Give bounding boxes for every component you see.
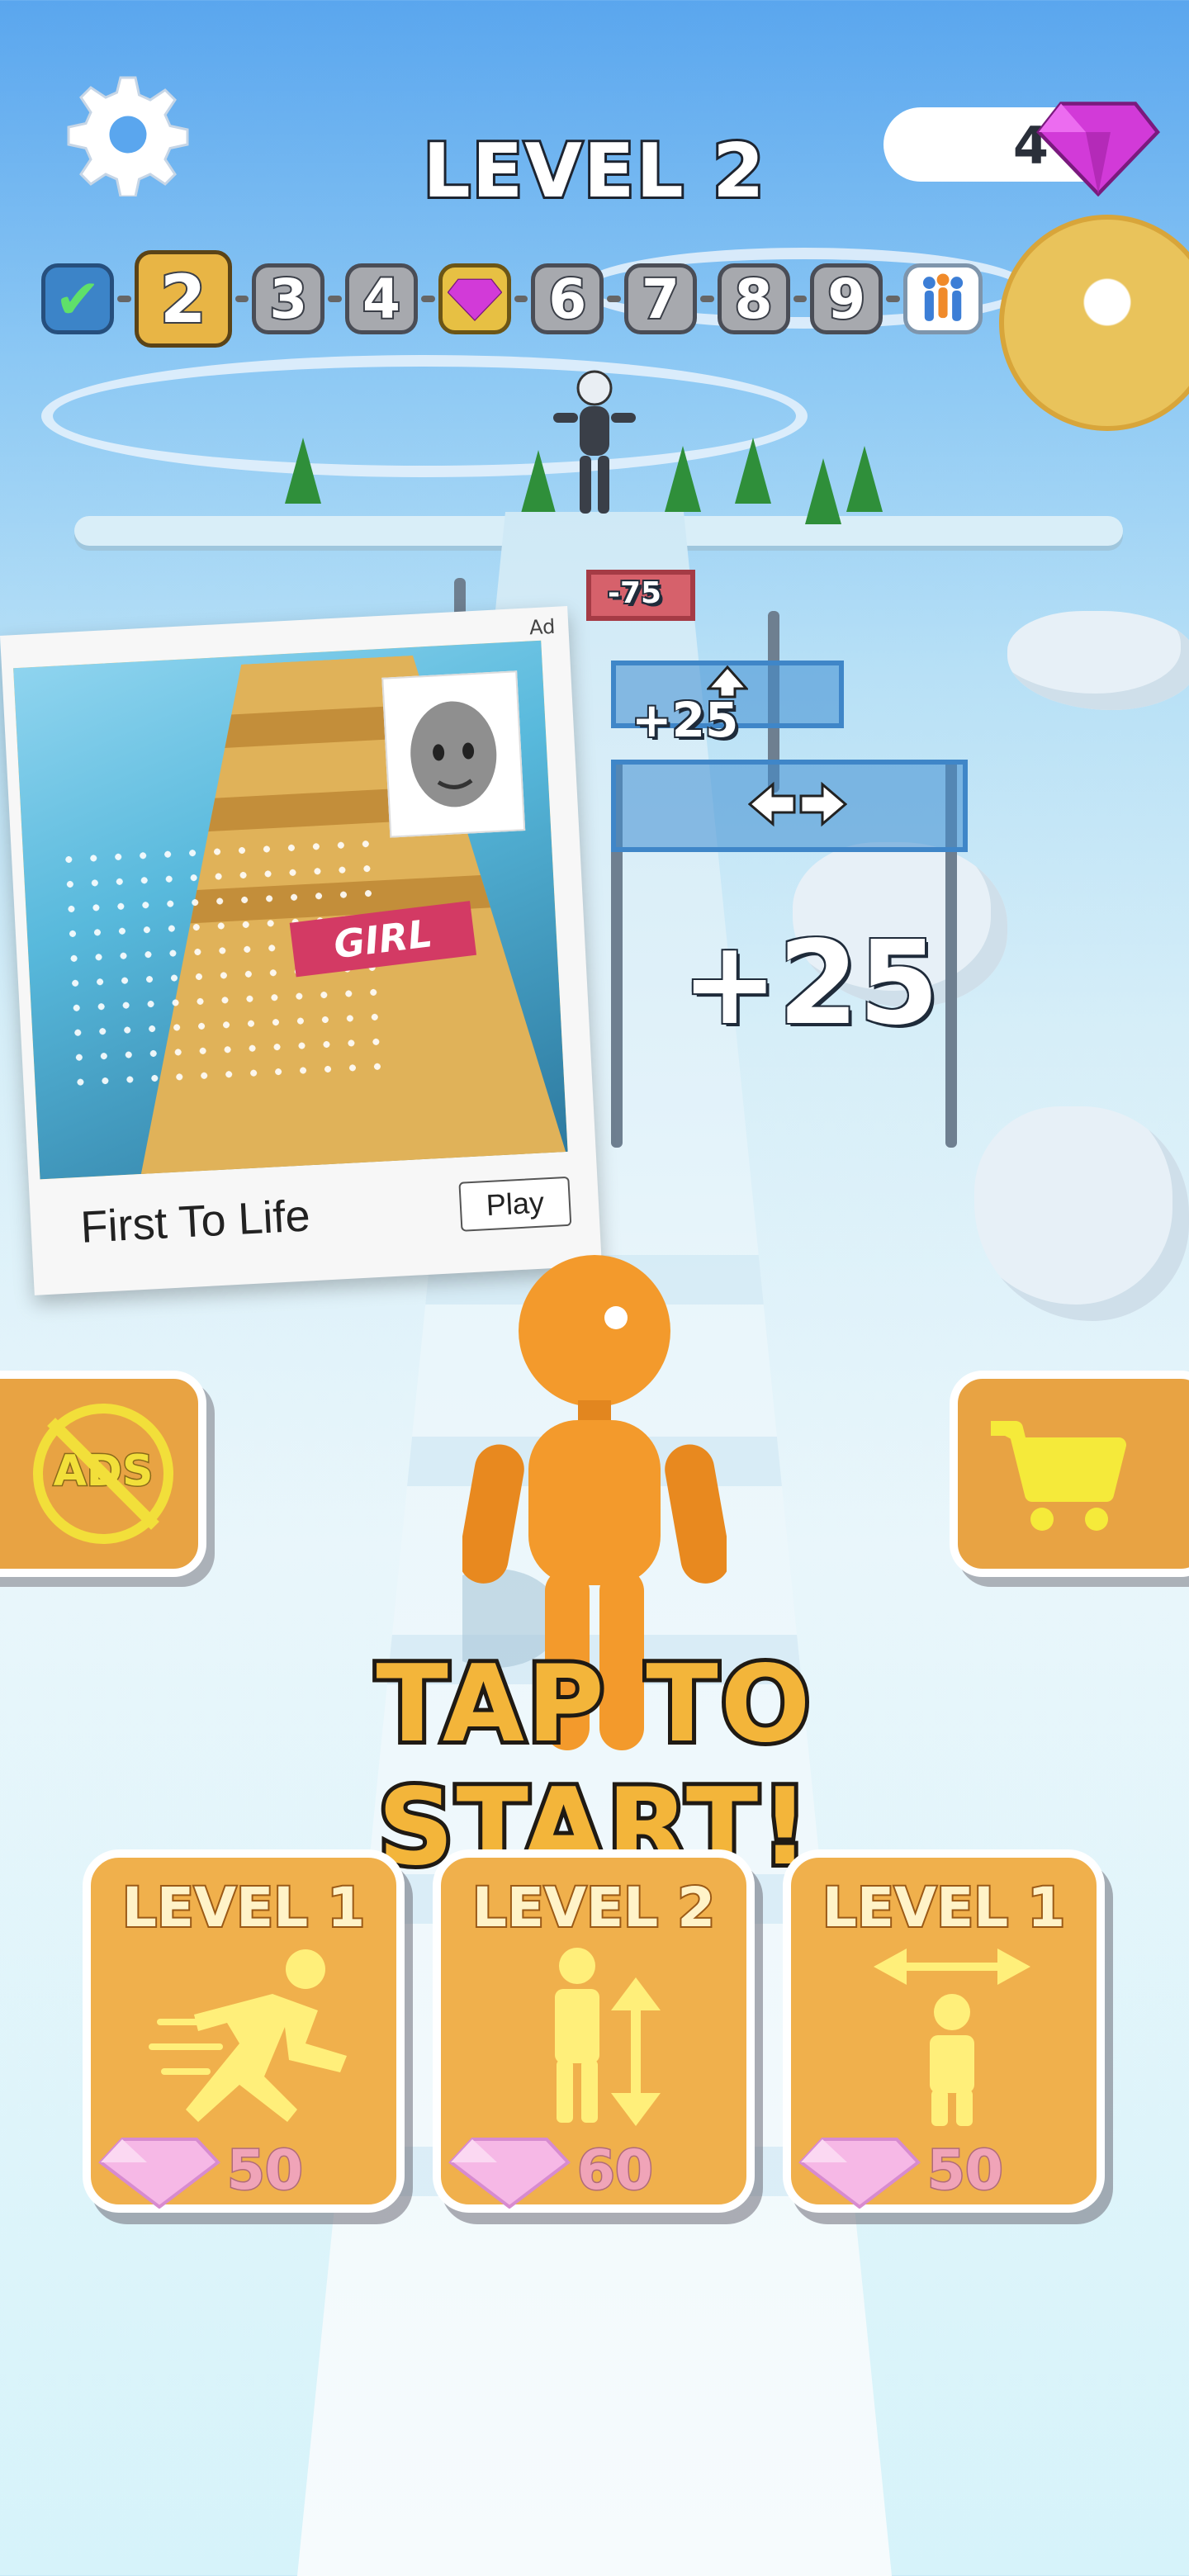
upgrade-level: LEVEL 1 <box>121 1874 367 1941</box>
gate-near <box>611 760 968 852</box>
upgrade-height-card[interactable]: LEVEL 2 60 <box>433 1849 755 2213</box>
upgrade-width-card[interactable]: LEVEL 1 50 <box>783 1849 1105 2213</box>
ad-image[interactable]: GIRL <box>13 640 568 1180</box>
progress-node: 7 <box>623 263 697 334</box>
gem-icon <box>1036 102 1160 197</box>
gem-icon <box>447 278 502 321</box>
upgrade-speed-card[interactable]: LEVEL 1 50 <box>83 1849 405 2213</box>
upgrade-cards: LEVEL 1 50 LEVEL 2 60 LEVEL 1 50 <box>83 1849 1106 2213</box>
progress-connector <box>514 296 528 302</box>
tree <box>735 438 771 504</box>
progress-connector <box>117 296 131 302</box>
upgrade-cost: 50 <box>226 2138 305 2204</box>
ad-app-name[interactable]: First To Life <box>79 1190 311 1252</box>
tree <box>665 446 701 512</box>
progress-connector <box>793 296 808 302</box>
progress-node-completed: ✔ <box>41 263 114 334</box>
upgrade-level: LEVEL 2 <box>471 1874 717 1941</box>
progress-node: 4 <box>344 263 418 334</box>
boss-figure <box>553 370 636 514</box>
level-progress-bar: ✔ 2 3 4 6 7 8 9 <box>41 250 983 348</box>
progress-connector <box>328 296 342 302</box>
gem-icon <box>98 2138 220 2209</box>
upgrade-level: LEVEL 1 <box>821 1874 1067 1941</box>
ice-rock <box>974 1106 1189 1321</box>
progress-connector <box>420 296 435 302</box>
arrows-horizontal-icon <box>748 781 847 827</box>
tree <box>805 458 841 524</box>
tree <box>285 438 321 504</box>
avatar-face-icon <box>410 701 497 807</box>
height-icon <box>555 1948 661 2126</box>
next-level-preview <box>999 215 1189 431</box>
progress-node-current: 2 <box>134 250 232 348</box>
progress-node-crowd <box>902 263 983 334</box>
checkmark-icon: ✔ <box>54 267 101 331</box>
progress-node: 8 <box>717 263 790 334</box>
progress-connector <box>234 296 249 302</box>
progress-node: 9 <box>810 263 883 334</box>
progress-connector <box>699 296 714 302</box>
progress-connector <box>607 296 621 302</box>
no-ads-icon: ADS <box>33 1404 173 1544</box>
settings-gear-icon[interactable] <box>66 73 190 197</box>
gate-far-value: -75 <box>608 576 662 610</box>
no-ads-button[interactable]: ADS <box>0 1371 206 1577</box>
progress-node-gem <box>438 263 511 334</box>
tree <box>846 446 883 512</box>
ice-rock <box>1007 611 1189 710</box>
crowd-icon <box>922 273 963 321</box>
running-man-icon <box>149 1949 347 2122</box>
ad-tag: Ad <box>528 614 557 640</box>
upgrade-cost: 50 <box>926 2138 1005 2204</box>
shopping-cart-icon <box>991 1421 1126 1531</box>
gate-mid-value: +25 <box>632 692 739 748</box>
width-icon <box>874 1949 1030 2126</box>
upgrade-cost: 60 <box>576 2138 655 2204</box>
progress-node: 3 <box>252 263 325 334</box>
ad-avatar <box>381 670 526 838</box>
progress-node: 6 <box>531 263 604 334</box>
ad-play-button[interactable]: Play <box>458 1176 572 1232</box>
gem-icon <box>798 2138 921 2209</box>
level-title: LEVEL 2 <box>420 125 766 217</box>
progress-connector <box>886 296 900 302</box>
gate-near-value: +25 <box>681 916 940 1051</box>
ad-card[interactable]: Ad GIRL First To Life Play <box>0 605 602 1295</box>
gem-icon <box>448 2138 571 2209</box>
shop-cart-button[interactable] <box>950 1371 1189 1577</box>
gate-far: -75 <box>586 570 695 621</box>
